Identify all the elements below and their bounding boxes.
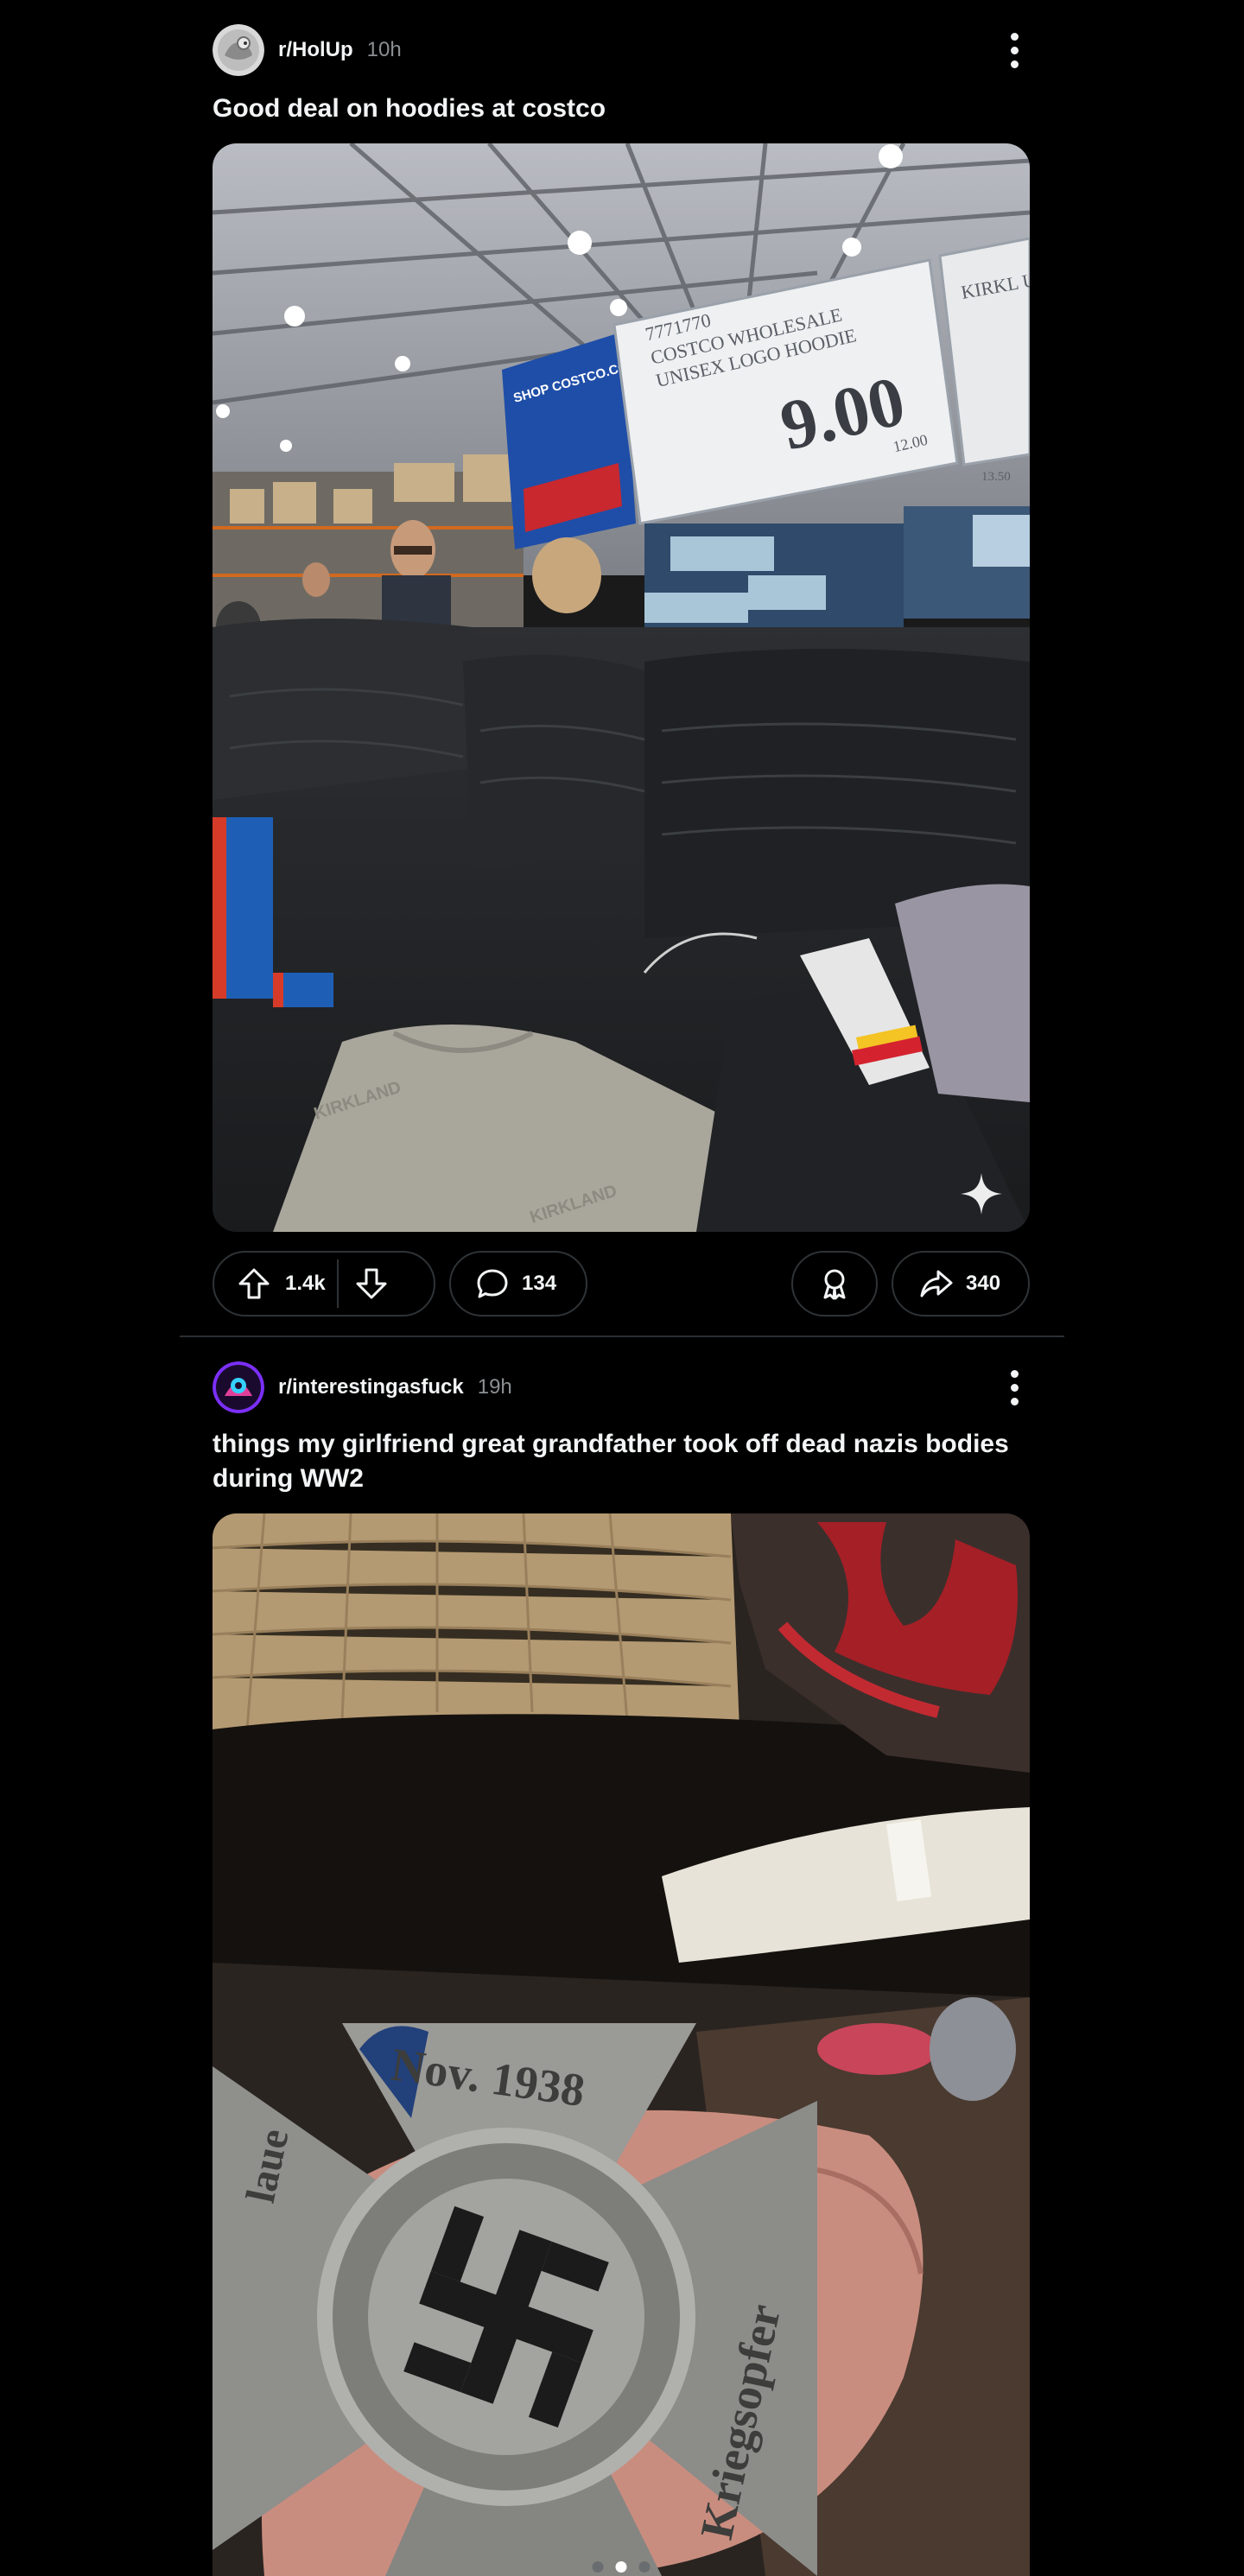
share-count: 340 bbox=[966, 1272, 1001, 1295]
vote-score: 1.4k bbox=[285, 1272, 326, 1295]
post-header: r/interestingasfuck 19h bbox=[213, 1361, 512, 1413]
post-age: 10h bbox=[366, 38, 402, 61]
post-age: 19h bbox=[477, 1375, 512, 1399]
post-image[interactable]: SHOP COSTCO.COM 7771770 COSTCO WHOLESALE… bbox=[213, 143, 1030, 1232]
downvote-button[interactable] bbox=[347, 1259, 396, 1308]
carousel-dot-active[interactable] bbox=[615, 2561, 627, 2573]
vertical-dots-icon bbox=[1010, 32, 1019, 41]
speech-bubble-icon bbox=[473, 1265, 511, 1303]
arrow-down-outline-icon bbox=[356, 1268, 387, 1299]
share-button[interactable]: 340 bbox=[892, 1251, 1030, 1317]
upvote-button[interactable] bbox=[230, 1259, 278, 1308]
share-arrow-icon bbox=[917, 1265, 955, 1303]
post-image[interactable]: Nov. 1938 Kriegsopfer laue bbox=[213, 1513, 1030, 2576]
carousel-dot[interactable] bbox=[592, 2561, 604, 2573]
sparkle-icon bbox=[961, 1173, 1002, 1215]
carousel-dot[interactable] bbox=[638, 2561, 651, 2573]
side-sign-price: 13.50 bbox=[981, 470, 1011, 484]
award-button[interactable] bbox=[791, 1251, 878, 1317]
subreddit-name[interactable]: r/HolUp bbox=[278, 38, 353, 62]
post-card[interactable]: r/interestingasfuck 19h things my girlfr… bbox=[180, 1337, 1064, 2576]
vote-divider bbox=[337, 1259, 339, 1308]
vertical-dots-icon bbox=[1010, 1369, 1019, 1378]
post-header: r/HolUp 10h bbox=[213, 24, 402, 76]
post-title[interactable]: Good deal on hoodies at costco bbox=[213, 92, 1025, 126]
overflow-menu-button[interactable] bbox=[997, 24, 1031, 76]
overflow-menu-button[interactable] bbox=[997, 1361, 1031, 1413]
vote-control: 1.4k bbox=[213, 1251, 435, 1317]
subreddit-avatar[interactable] bbox=[213, 24, 264, 76]
costco-hoodie-photo: SHOP COSTCO.COM 7771770 COSTCO WHOLESALE… bbox=[213, 143, 1030, 1232]
comment-count: 134 bbox=[522, 1272, 557, 1295]
carousel-pagination[interactable] bbox=[592, 2561, 651, 2573]
post-card[interactable]: r/HolUp 10h Good deal on hoodies at cost… bbox=[180, 0, 1064, 1330]
arrow-up-outline-icon bbox=[238, 1268, 270, 1299]
post-title[interactable]: things my girlfriend great grandfather t… bbox=[213, 1427, 1025, 1496]
comments-button[interactable]: 134 bbox=[449, 1251, 587, 1317]
subreddit-name[interactable]: r/interestingasfuck bbox=[278, 1375, 464, 1399]
post-actions-bar: 1.4k 134 340 bbox=[213, 1251, 1030, 1318]
award-ribbon-icon bbox=[823, 1269, 846, 1300]
medal-photo: Nov. 1938 Kriegsopfer laue bbox=[213, 1513, 1030, 2576]
subreddit-avatar[interactable] bbox=[213, 1361, 264, 1413]
